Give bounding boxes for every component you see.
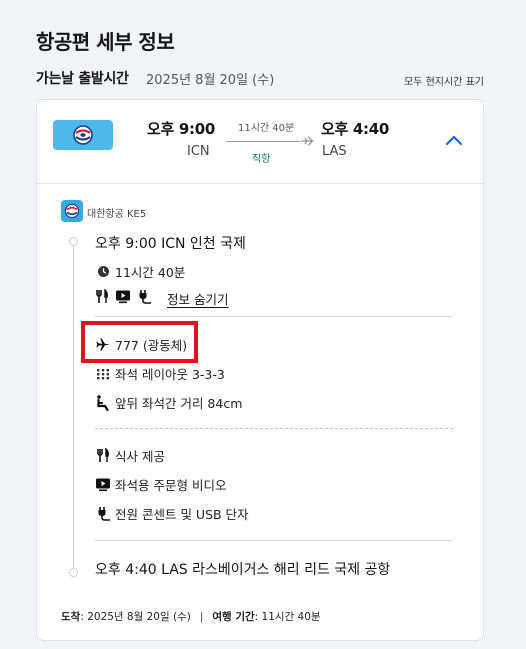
flight-summary[interactable]: 오후 9:00 ICN 11시간 40분 직항 오후 4:40 LAS — [37, 100, 483, 183]
arrival-value: : 2025년 8월 20일 (수) — [80, 611, 191, 623]
highlight-box — [81, 321, 198, 363]
timeline-end-node — [69, 568, 78, 577]
power-row: 전원 콘센트 및 USB 단자 — [95, 504, 249, 523]
video-row: 좌석용 주문형 비디오 — [95, 475, 226, 494]
airline-logo — [53, 120, 113, 150]
trip-duration-label: 여행 기간 — [212, 611, 255, 623]
meal-row: 식사 제공 — [95, 446, 165, 465]
video-icon — [95, 477, 111, 493]
direct-flight-label: 직항 — [252, 154, 271, 165]
flight-duration: 11시간 40분 — [238, 123, 295, 134]
amenity-divider — [95, 428, 453, 429]
timeline-line — [73, 246, 74, 573]
page-title: 항공편 세부 정보 — [36, 30, 175, 54]
meal-icon — [95, 288, 109, 308]
flight-detail-card: 오후 9:00 ICN 11시간 40분 직항 오후 4:40 LAS 대한항공… — [36, 99, 484, 641]
departure-date: 2025년 8월 20일 (수) — [146, 73, 275, 88]
departure-detail-text: 오후 9:00 ICN 인천 국제 — [95, 236, 246, 252]
video-text: 좌석용 주문형 비디오 — [115, 478, 227, 493]
route-line — [226, 141, 300, 142]
korean-air-logo-icon — [73, 125, 93, 145]
meal-icon — [95, 448, 111, 464]
arrival-detail: 오후 4:40 LAS 라스베이거스 해리 리드 국제 공항 — [95, 559, 390, 579]
amenity-icon-group — [95, 288, 152, 308]
duration-text: 11시간 40분 — [115, 265, 186, 280]
segment-airline-logo — [61, 200, 83, 222]
summary-divider — [37, 183, 483, 184]
seat-pitch-text: 앞뒤 좌석간 거리 84cm — [115, 396, 243, 411]
section-divider — [95, 316, 453, 317]
arrival-airport-code: LAS — [322, 144, 347, 159]
footer-separator: | — [199, 610, 204, 623]
seat-layout-text: 좌석 레이아웃 3-3-3 — [115, 367, 225, 382]
korean-air-logo-icon — [64, 203, 80, 219]
arrival-divider — [95, 540, 453, 541]
departure-label: 가는날 출발시간 — [36, 71, 129, 87]
departure-airport-code: ICN — [187, 144, 210, 159]
airplane-icon — [300, 133, 314, 152]
departure-subheader: 가는날 출발시간 2025년 8월 20일 (수) 모두 현지시간 표기 — [36, 68, 484, 88]
seat-icon — [95, 394, 111, 411]
airline-flight-number: 대한항공 KE5 — [87, 209, 147, 220]
departure-time: 오후 9:00 — [147, 120, 216, 138]
video-icon — [115, 289, 131, 308]
arrival-detail-text: 오후 4:40 LAS 라스베이거스 해리 리드 국제 공항 — [95, 562, 391, 578]
arrival-label: 도착 — [61, 611, 81, 623]
chevron-up-icon[interactable] — [444, 132, 464, 151]
power-plug-icon — [137, 289, 152, 308]
meal-text: 식사 제공 — [115, 449, 165, 464]
seat-pitch-row: 앞뒤 좌석간 거리 84cm — [95, 393, 242, 412]
hide-info-link[interactable]: 정보 숨기기 — [167, 289, 228, 308]
seat-layout-row: 좌석 레이아웃 3-3-3 — [95, 364, 225, 383]
clock-icon — [95, 264, 111, 280]
timeline-start-node — [69, 237, 78, 246]
arrival-time: 오후 4:40 — [321, 120, 390, 138]
trip-duration-value: : 11시간 40분 — [254, 611, 321, 623]
trip-footer: 도착 : 2025년 8월 20일 (수) | 여행 기간 : 11시간 40분 — [61, 609, 321, 624]
power-text: 전원 콘센트 및 USB 단자 — [115, 507, 249, 522]
power-plug-icon — [95, 506, 111, 522]
local-time-note: 모두 현지시간 표기 — [404, 77, 484, 88]
seat-layout-icon — [95, 366, 111, 382]
duration-row: 11시간 40분 — [95, 262, 185, 281]
departure-detail: 오후 9:00 ICN 인천 국제 — [95, 233, 246, 253]
